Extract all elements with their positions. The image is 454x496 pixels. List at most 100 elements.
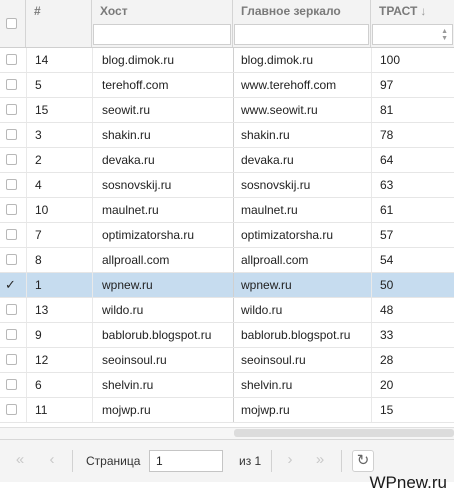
grid-header: # Хост Главное зеркало ТРАСТ ↓ ▲ ▼ xyxy=(0,0,454,48)
num-cell: 14 xyxy=(35,53,49,67)
header-mirror-column[interactable]: Главное зеркало xyxy=(233,0,371,47)
column-divider xyxy=(26,398,27,422)
next-page-icon[interactable]: › xyxy=(280,450,300,470)
mirror-cell: sosnovskij.ru xyxy=(241,178,311,192)
column-divider xyxy=(233,198,234,222)
sort-descending-icon[interactable]: ↓ xyxy=(420,4,426,18)
table-row[interactable]: 10 maulnet.ru maulnet.ru 61 xyxy=(0,198,454,223)
trust-cell: 28 xyxy=(380,353,394,367)
row-checkbox[interactable] xyxy=(6,254,17,265)
trust-cell: 48 xyxy=(380,303,394,317)
column-divider xyxy=(371,223,372,247)
trust-filter-spinner-icon[interactable]: ▲ ▼ xyxy=(441,28,448,42)
refresh-icon[interactable]: ↻ xyxy=(352,450,374,472)
horizontal-scrollbar-thumb[interactable] xyxy=(234,429,454,437)
column-divider xyxy=(92,323,93,347)
header-trust-column[interactable]: ТРАСТ ↓ ▲ ▼ xyxy=(371,0,454,47)
column-divider xyxy=(26,173,27,197)
trust-cell: 81 xyxy=(380,103,394,117)
last-page-icon[interactable]: » xyxy=(308,450,332,470)
table-row[interactable]: 13 wildo.ru wildo.ru 48 xyxy=(0,298,454,323)
row-checkbox[interactable] xyxy=(6,404,17,415)
trust-cell: 63 xyxy=(380,178,394,192)
trust-cell: 54 xyxy=(380,253,394,267)
table-row[interactable]: 7 optimizatorsha.ru optimizatorsha.ru 57 xyxy=(0,223,454,248)
header-mirror-label: Главное зеркало xyxy=(241,4,341,18)
column-divider xyxy=(26,48,27,72)
trust-cell: 64 xyxy=(380,153,394,167)
column-divider xyxy=(233,323,234,347)
table-row[interactable]: 5 terehoff.com www.terehoff.com 97 xyxy=(0,73,454,98)
table-row[interactable]: 12 seoinsoul.ru seoinsoul.ru 28 xyxy=(0,348,454,373)
host-cell: terehoff.com xyxy=(102,78,169,92)
row-checkbox[interactable] xyxy=(6,354,17,365)
num-cell: 7 xyxy=(35,228,42,242)
mirror-filter-input[interactable] xyxy=(234,24,369,45)
table-row[interactable]: 11 mojwp.ru mojwp.ru 15 xyxy=(0,398,454,423)
row-checkbox[interactable] xyxy=(6,329,17,340)
row-checkbox[interactable] xyxy=(6,204,17,215)
trust-cell: 78 xyxy=(380,128,394,142)
num-cell: 13 xyxy=(35,303,49,317)
first-page-icon[interactable]: « xyxy=(9,450,31,470)
row-checkbox[interactable] xyxy=(6,154,17,165)
host-cell: bablorub.blogspot.ru xyxy=(102,328,212,342)
num-cell: 4 xyxy=(35,178,42,192)
row-checkbox[interactable] xyxy=(6,54,17,65)
num-cell: 2 xyxy=(35,153,42,167)
column-divider xyxy=(92,48,93,72)
table-row[interactable]: 8 allproall.com allproall.com 54 xyxy=(0,248,454,273)
column-divider xyxy=(26,98,27,122)
column-divider xyxy=(92,373,93,397)
header-num-column[interactable]: # xyxy=(26,0,92,47)
prev-page-icon[interactable]: ‹ xyxy=(41,450,63,470)
column-divider xyxy=(92,123,93,147)
column-divider xyxy=(371,48,372,72)
row-checkbox[interactable] xyxy=(6,229,17,240)
column-divider xyxy=(233,123,234,147)
host-filter-input[interactable] xyxy=(93,24,231,45)
row-checkbox[interactable] xyxy=(6,129,17,140)
column-divider xyxy=(371,173,372,197)
trust-filter-input[interactable]: ▲ ▼ xyxy=(372,24,453,45)
num-cell: 12 xyxy=(35,353,49,367)
table-row[interactable]: 2 devaka.ru devaka.ru 64 xyxy=(0,148,454,173)
select-all-checkbox[interactable] xyxy=(6,18,17,29)
column-divider xyxy=(371,323,372,347)
row-checkbox[interactable] xyxy=(6,379,17,390)
num-cell: 10 xyxy=(35,203,49,217)
column-divider xyxy=(26,348,27,372)
num-cell: 5 xyxy=(35,78,42,92)
pager-separator xyxy=(341,450,342,472)
column-divider xyxy=(233,148,234,172)
mirror-cell: allproall.com xyxy=(241,253,309,267)
checkmark-icon[interactable]: ✓ xyxy=(5,278,16,291)
column-divider xyxy=(92,298,93,322)
column-divider xyxy=(92,173,93,197)
row-checkbox[interactable] xyxy=(6,104,17,115)
table-row[interactable]: 9 bablorub.blogspot.ru bablorub.blogspot.r… xyxy=(0,323,454,348)
table-row[interactable]: 6 shelvin.ru shelvin.ru 20 xyxy=(0,373,454,398)
row-checkbox[interactable] xyxy=(6,304,17,315)
row-checkbox[interactable] xyxy=(6,79,17,90)
trust-cell: 20 xyxy=(380,378,394,392)
table-row[interactable]: 4 sosnovskij.ru sosnovskij.ru 63 xyxy=(0,173,454,198)
page-label: Страница xyxy=(86,454,141,468)
column-divider xyxy=(371,348,372,372)
host-cell: devaka.ru xyxy=(102,153,155,167)
table-row[interactable]: 15 seowit.ru www.seowit.ru 81 xyxy=(0,98,454,123)
num-cell: 1 xyxy=(35,278,42,292)
header-host-column[interactable]: Хост xyxy=(92,0,233,47)
table-row[interactable]: 3 shakin.ru shakin.ru 78 xyxy=(0,123,454,148)
page-number-input[interactable]: 1 xyxy=(149,450,223,472)
column-divider xyxy=(233,398,234,422)
table-row[interactable]: 14 blog.dimok.ru blog.dimok.ru 100 xyxy=(0,48,454,73)
column-divider xyxy=(233,373,234,397)
column-divider xyxy=(371,73,372,97)
host-cell: allproall.com xyxy=(102,253,170,267)
column-divider xyxy=(92,198,93,222)
column-divider xyxy=(371,373,372,397)
header-trust-title: ТРАСТ ↓ xyxy=(379,4,426,18)
row-checkbox[interactable] xyxy=(6,179,17,190)
table-row[interactable]: ✓ 1 wpnew.ru wpnew.ru 50 xyxy=(0,273,454,298)
